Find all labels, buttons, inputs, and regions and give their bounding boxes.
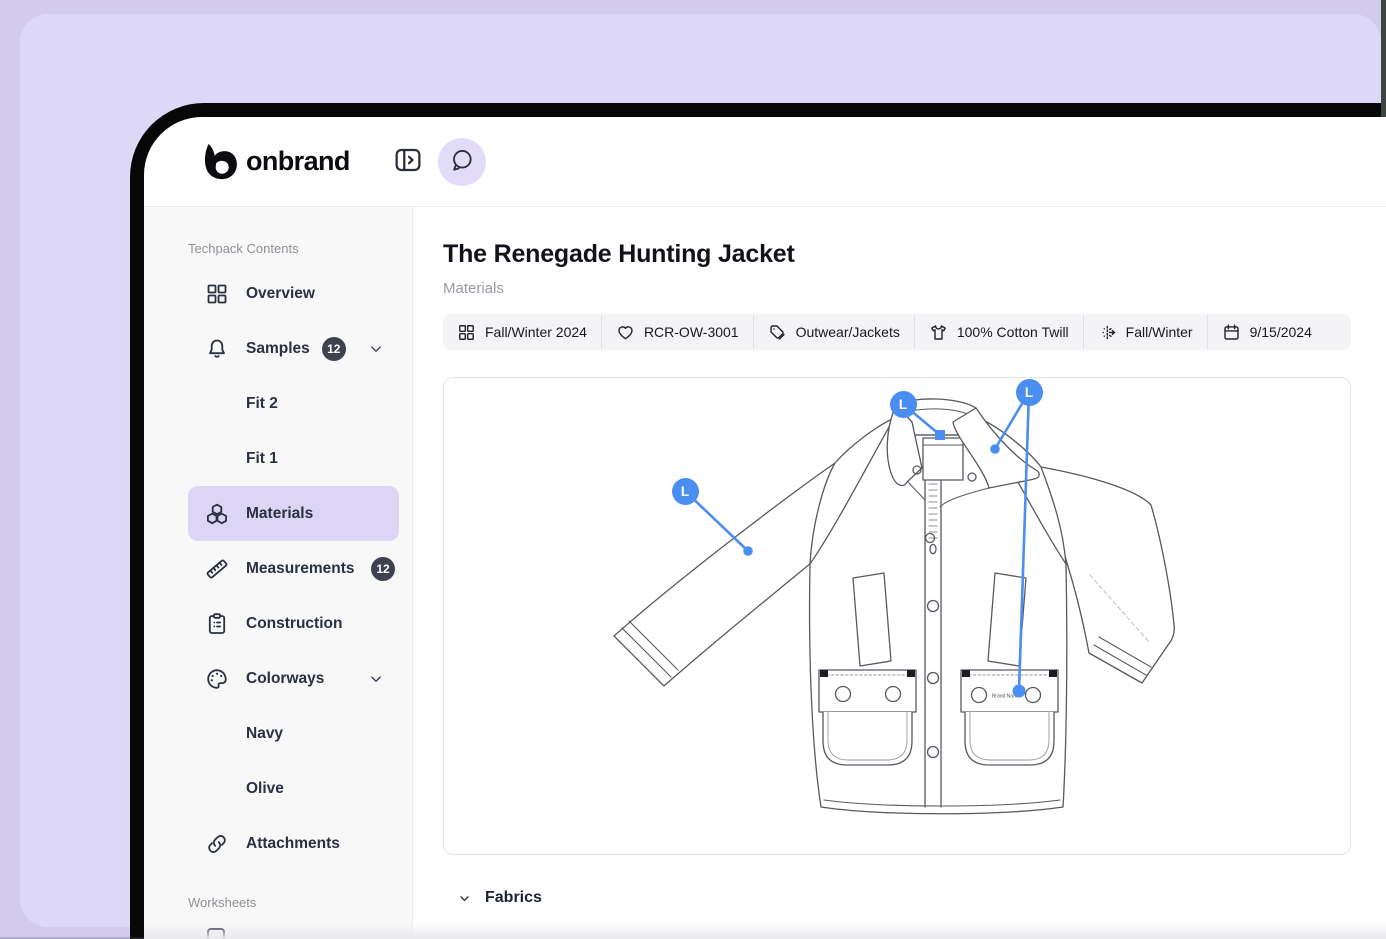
chevron-down-icon <box>457 891 472 906</box>
onbrand-logo-icon <box>204 143 237 179</box>
sidebar-item-colorways[interactable]: Colorways <box>188 651 399 706</box>
meta-chip-rcr-ow-3001: RCR-OW-3001 <box>600 314 753 350</box>
meta-chip-fall-winter: Fall/Winter <box>1082 314 1207 350</box>
sidebar-item-samples[interactable]: Samples 12 <box>188 321 399 376</box>
sidebar-item-fit-2[interactable]: Fit 2 <box>188 376 399 431</box>
sidebar-item-label: Colorways <box>246 669 325 687</box>
season-icon <box>1098 323 1117 342</box>
count-badge: 12 <box>371 556 395 581</box>
panel-toggle-icon <box>392 144 424 179</box>
chat-button[interactable] <box>437 137 486 186</box>
clipboard-icon <box>205 612 229 636</box>
meta-chip-fall-winter-2024: Fall/Winter 2024 <box>443 314 601 350</box>
annotation-endpoint <box>935 430 945 440</box>
sidebar-item-measurements[interactable]: Measurements 12 <box>188 541 399 596</box>
main-content: The Renegade Hunting Jacket Materials Fa… <box>413 207 1386 938</box>
sidebar-item-label: Olive <box>246 779 284 797</box>
heart-icon <box>616 323 635 342</box>
annotation-pin-1[interactable]: L <box>889 390 917 418</box>
page-subtitle: Materials <box>443 280 504 297</box>
sidebar-item-label: Construction <box>246 614 343 632</box>
meta-chip-label: Fall/Winter <box>1125 324 1193 340</box>
sidebar-item-overview[interactable]: Overview <box>188 266 399 321</box>
app-header: onbrand <box>144 117 1386 207</box>
sidebar-section-label: Techpack Contents <box>188 241 299 256</box>
bell-icon <box>205 337 229 361</box>
sidebar-item-label: Overview <box>246 284 315 302</box>
sidebar: Techpack Contents Overview Samples 12 Fit 2… <box>144 207 413 939</box>
jacket-technical-drawing: Brand Name <box>613 390 1175 815</box>
sidebar-item-label: Navy <box>246 724 284 742</box>
sidebar-item-label: Attachments <box>246 834 340 852</box>
page-title: The Renegade Hunting Jacket <box>443 240 795 268</box>
meta-chip-label: Fall/Winter 2024 <box>485 324 587 340</box>
sidebar-item-label: Fit 2 <box>246 394 278 412</box>
grid-icon <box>205 282 229 306</box>
metadata-bar: Fall/Winter 2024 RCR-OW-3001 Outwear/Jacke… <box>443 314 1351 350</box>
meta-chip-label: 100% Cotton Twill <box>956 324 1069 340</box>
meta-chip-label: Outwear/Jackets <box>795 324 900 340</box>
sidebar-item-materials[interactable]: Materials <box>188 486 399 541</box>
tshirt-icon <box>929 323 948 342</box>
sidebar-item-navy[interactable]: Navy <box>188 706 399 761</box>
onbrand-logo: onbrand <box>200 143 350 181</box>
meta-chip-9-15-2024: 9/15/2024 <box>1206 314 1326 350</box>
sidebar-item-fit-1[interactable]: Fit 1 <box>188 431 399 486</box>
meta-chip-outwear-jackets: Outwear/Jackets <box>752 314 914 350</box>
sidebar-item-label: Materials <box>246 504 314 522</box>
meta-chip-100-cotton-twill: 100% Cotton Twill <box>913 314 1083 350</box>
link-icon <box>205 832 229 856</box>
fabrics-section-header[interactable]: Fabrics <box>443 889 1351 907</box>
count-badge: 12 <box>321 336 346 361</box>
sidebar-section-label: Worksheets <box>188 895 257 910</box>
chat-bubble-icon <box>449 147 475 176</box>
chevron-down-icon[interactable] <box>367 340 385 358</box>
cubes-icon <box>205 502 229 526</box>
meta-chip-label: 9/15/2024 <box>1249 324 1312 340</box>
annotation-endpoint <box>743 546 753 556</box>
tag-icon <box>768 323 787 342</box>
sidebar-item-olive[interactable]: Olive <box>188 761 399 816</box>
ruler-icon <box>205 557 229 581</box>
sidebar-item-construction[interactable]: Construction <box>188 596 399 651</box>
app-window: onbrand Techpack Contents Overview Sample… <box>144 117 1386 939</box>
sidebar-nav-list: Overview Samples 12 Fit 2 Fit 1 Materials Meas… <box>144 266 412 871</box>
sidebar-item-label: Fit 1 <box>246 449 278 467</box>
sidebar-item-attachments[interactable]: Attachments <box>188 816 399 871</box>
sidebar-item-label: Measurements <box>246 559 355 577</box>
chevron-down-icon[interactable] <box>367 670 385 688</box>
app-body: Techpack Contents Overview Samples 12 Fit 2… <box>144 207 1386 939</box>
palette-icon <box>205 667 229 691</box>
annotation-pin-2[interactable]: L <box>1015 378 1043 406</box>
calendar-icon <box>1222 323 1241 342</box>
grid-icon <box>457 323 476 342</box>
annotation-pin-3[interactable]: L <box>671 477 699 505</box>
annotation-endpoint <box>990 444 1000 454</box>
technical-drawing-panel: Brand Name L L L <box>443 377 1351 855</box>
sidebar-toggle-button[interactable] <box>390 144 426 180</box>
annotation-endpoint <box>1012 684 1026 698</box>
meta-chip-label: RCR-OW-3001 <box>643 324 739 340</box>
fabrics-section-label: Fabrics <box>485 889 542 906</box>
logo-text: onbrand <box>246 146 350 176</box>
bottom-fade <box>144 923 1386 939</box>
sidebar-item-label: Samples <box>246 339 310 357</box>
